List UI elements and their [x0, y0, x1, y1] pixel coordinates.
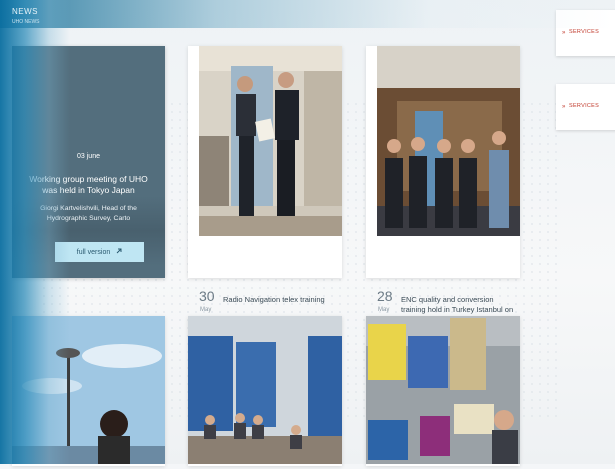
full-version-label: full version: [76, 248, 111, 256]
news-photo-meeting-room[interactable]: [188, 316, 342, 464]
featured-heading[interactable]: Working group meeting of UHO was held in…: [26, 174, 151, 196]
news-month: May: [200, 307, 212, 313]
arrow-up-right-icon: [116, 248, 122, 256]
chevron-right-icon: »: [562, 104, 566, 110]
news-card[interactable]: 28 May ENC quality and conversion traini…: [366, 46, 520, 324]
news-day: 28: [377, 288, 393, 304]
featured-news-card[interactable]: 03 june Working group meeting of UHO was…: [12, 46, 165, 278]
services-link[interactable]: » SERVICES: [556, 10, 615, 56]
services-link[interactable]: » SERVICES: [556, 84, 615, 130]
section-subtitle: UHO NEWS: [12, 19, 40, 25]
chevron-right-icon: »: [562, 30, 566, 36]
services-label: SERVICES: [569, 103, 600, 109]
news-caption[interactable]: Radio Navigation telex training: [223, 295, 339, 305]
news-photo-group[interactable]: [377, 46, 520, 236]
news-card[interactable]: [12, 316, 165, 466]
news-photo-handshake[interactable]: [199, 46, 342, 236]
section-title: NEWS: [12, 7, 38, 16]
news-card[interactable]: [188, 316, 342, 466]
services-label: SERVICES: [569, 29, 600, 35]
full-version-button[interactable]: full version: [55, 242, 144, 262]
news-day: 30: [199, 288, 215, 304]
featured-date: 03 june: [77, 153, 100, 160]
featured-description: Giorgi Kartvelishvili, Head of the Hydro…: [40, 205, 137, 222]
news-card[interactable]: 30 May Radio Navigation telex training: [188, 46, 342, 313]
news-photo-sky[interactable]: [12, 316, 165, 464]
news-month: May: [378, 307, 390, 313]
news-photo-control-room[interactable]: [366, 316, 520, 464]
news-card[interactable]: [366, 316, 520, 466]
